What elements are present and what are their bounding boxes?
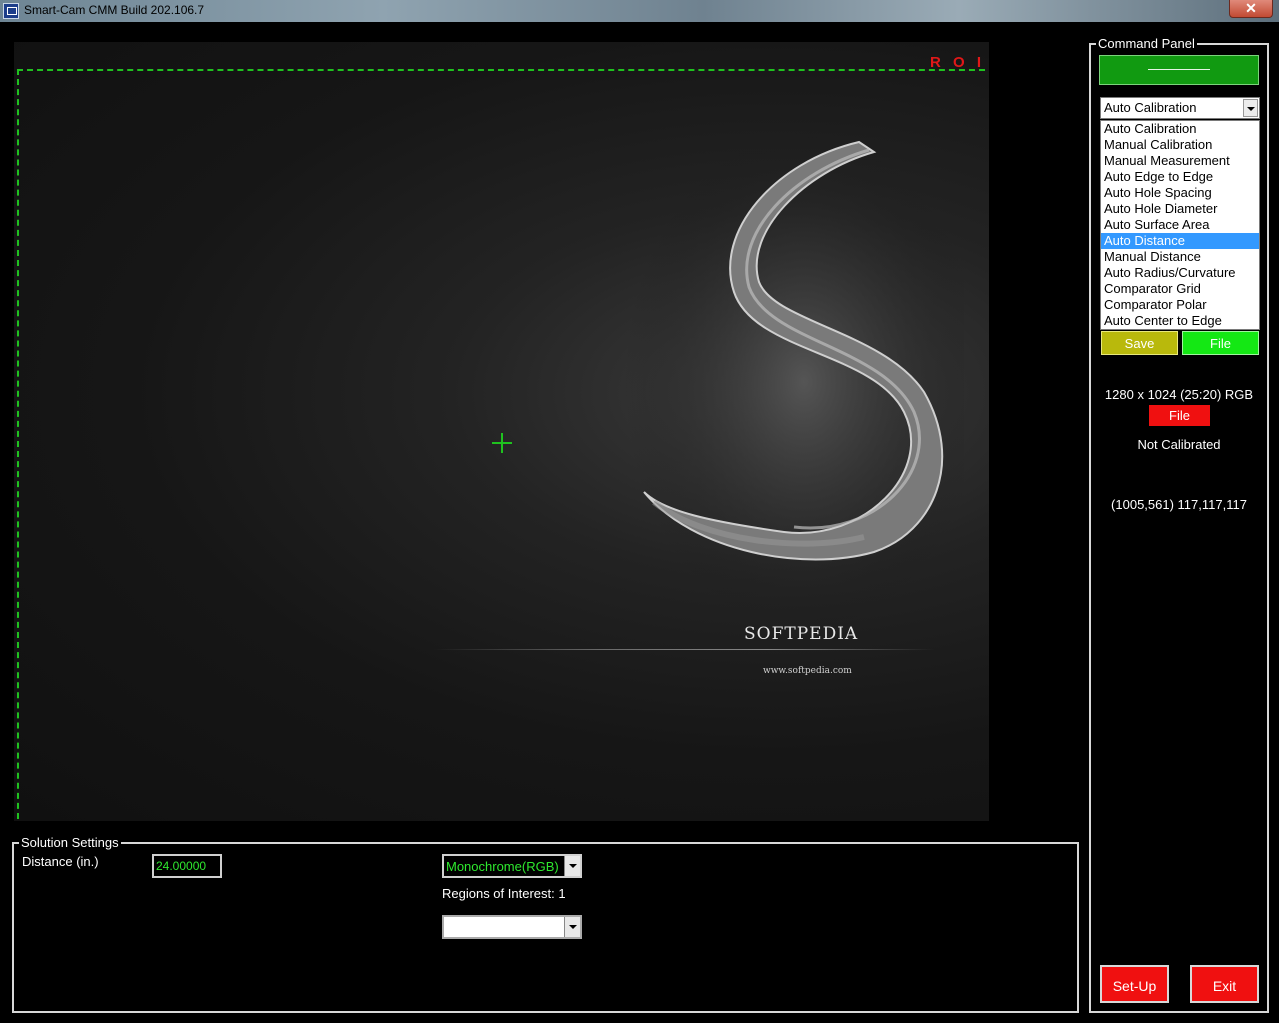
mode-select[interactable]: Auto Calibration [1100, 97, 1260, 119]
app-icon [3, 3, 19, 19]
command-panel-title: Command Panel [1096, 36, 1197, 52]
roi-select[interactable] [442, 915, 582, 939]
chevron-down-icon[interactable] [564, 917, 580, 937]
mode-option-highlighted[interactable]: Auto Distance [1101, 233, 1259, 249]
mode-option[interactable]: Manual Measurement [1101, 153, 1259, 169]
mode-option[interactable]: Auto Hole Spacing [1101, 185, 1259, 201]
color-mode-select[interactable]: Monochrome(RGB) [442, 854, 582, 878]
solution-settings-group: Solution Settings Distance (in.) 24.0000… [12, 835, 1079, 1013]
status-indicator-button[interactable] [1099, 55, 1259, 85]
chevron-down-icon[interactable] [1243, 99, 1258, 117]
roi-label: R O I [930, 54, 986, 71]
chevron-down-icon[interactable] [564, 856, 580, 876]
calibration-status: Not Calibrated [1137, 437, 1221, 452]
command-panel-group: Command Panel Auto Calibration Auto Cali… [1089, 36, 1269, 1013]
title-bar: Smart-Cam CMM Build 202.106.7 ✕ [0, 0, 1279, 22]
mode-option[interactable]: Comparator Polar [1101, 297, 1259, 313]
distance-label: Distance (in.) [22, 854, 99, 869]
mode-option[interactable]: Manual Distance [1101, 249, 1259, 265]
mode-option[interactable]: Auto Surface Area [1101, 217, 1259, 233]
mode-select-value: Auto Calibration [1104, 100, 1197, 115]
pixel-readout: (1005,561) 117,117,117 [1111, 497, 1247, 512]
file-button[interactable]: File [1182, 331, 1259, 355]
setup-button[interactable]: Set-Up [1100, 965, 1169, 1003]
regions-of-interest-count: Regions of Interest: 1 [442, 886, 566, 901]
mode-option[interactable]: Auto Radius/Curvature [1101, 265, 1259, 281]
color-mode-value: Monochrome(RGB) [446, 859, 559, 874]
save-button[interactable]: Save [1101, 331, 1178, 355]
crosshair-icon [492, 433, 512, 453]
mode-option[interactable]: Manual Calibration [1101, 137, 1259, 153]
mode-dropdown-list: Auto Calibration Manual Calibration Manu… [1100, 120, 1260, 330]
mode-option[interactable]: Comparator Grid [1101, 281, 1259, 297]
exit-button[interactable]: Exit [1190, 965, 1259, 1003]
close-button[interactable]: ✕ [1229, 0, 1273, 18]
window-title: Smart-Cam CMM Build 202.106.7 [24, 3, 205, 17]
solution-settings-title: Solution Settings [19, 835, 121, 851]
image-file-button[interactable]: File [1149, 405, 1210, 426]
distance-input[interactable]: 24.00000 [152, 854, 222, 878]
mode-option[interactable]: Auto Hole Diameter [1101, 201, 1259, 217]
mode-option[interactable]: Auto Calibration [1101, 121, 1259, 137]
mode-option[interactable]: Auto Edge to Edge [1101, 169, 1259, 185]
camera-viewport[interactable]: SOFTPEDIA www.softpedia.com R O I [14, 42, 989, 821]
mode-option[interactable]: Auto Center to Edge [1101, 313, 1259, 329]
resolution-text: 1280 x 1024 (25:20) RGB [1104, 387, 1254, 402]
